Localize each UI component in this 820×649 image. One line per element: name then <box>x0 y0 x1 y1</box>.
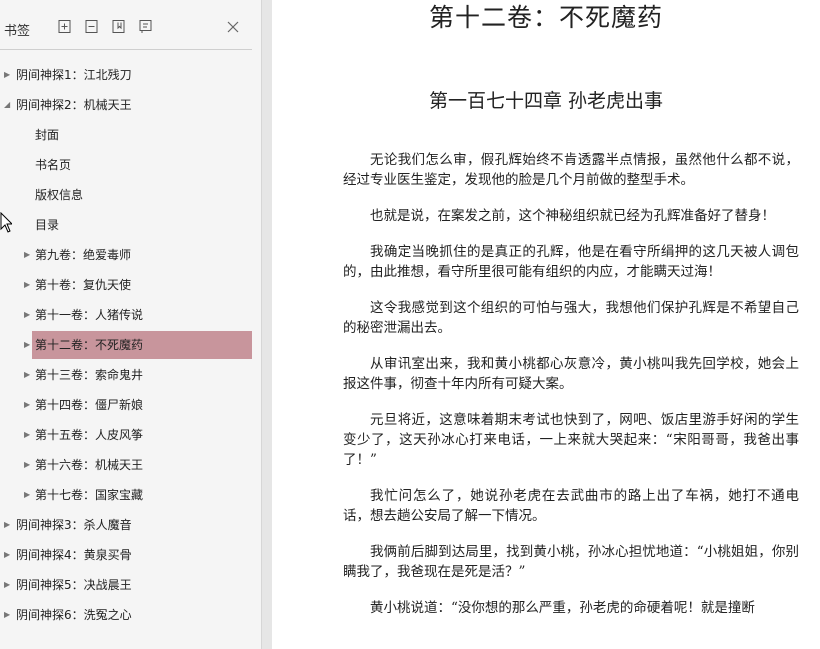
bookmark-item[interactable]: ▶ 阴间神探3：杀人魔音 <box>0 510 262 540</box>
bookmark-item[interactable]: ▶ 第十二卷：不死魔药 <box>0 330 262 360</box>
bookmark-panel: 书签 ▶ 阴间神探1：江北残刀 ◢ 阴间神探2：机械天王封面书名页版权信息目录 ▶ 第九卷… <box>0 0 262 649</box>
bookmark-item-label: 书名页 <box>35 158 72 172</box>
paragraph: 也就是说，在案发之前，这个神秘组织就已经为孔辉准备好了替身！ <box>370 208 775 224</box>
chapter-body: 无论我们怎么审，假孔辉始终不肯透露半点情报，虽然他什么都不说，经过专业医生鉴定，… <box>343 150 799 634</box>
bookmark-item[interactable]: ▶ 第十七卷：国家宝藏 <box>0 480 262 510</box>
bookmark-item[interactable]: ▶ 第九卷：绝爱毒师 <box>0 240 262 270</box>
collapsed-arrow-icon[interactable]: ▶ <box>24 270 30 300</box>
bookmark-item[interactable]: ▶ 第十三卷：索命鬼井 <box>0 360 262 390</box>
expanded-arrow-icon[interactable]: ◢ <box>4 90 10 120</box>
bookmark-item[interactable]: ◢ 阴间神探2：机械天王 <box>0 90 262 120</box>
document-page: 第十二卷：不死魔药 第一百七十四章 孙老虎出事 无论我们怎么审，假孔辉始终不肯透… <box>272 0 820 649</box>
bookmark-item[interactable]: 封面 <box>0 120 262 150</box>
bookmark-add-icon[interactable] <box>111 19 126 34</box>
bookmark-item-label: 版权信息 <box>35 188 84 202</box>
bookmark-item[interactable]: ▶ 第十四卷：僵尸新娘 <box>0 390 262 420</box>
collapsed-arrow-icon[interactable]: ▶ <box>4 510 10 540</box>
bookmark-item[interactable]: ▶ 第十六卷：机械天王 <box>0 450 262 480</box>
bookmark-flag-icon[interactable] <box>138 19 153 34</box>
bookmark-item-label: 封面 <box>35 128 60 142</box>
paragraph: 无论我们怎么审，假孔辉始终不肯透露半点情报，虽然他什么都不说，经过专业医生鉴定，… <box>343 152 799 188</box>
bookmark-item[interactable]: 目录 <box>0 210 262 240</box>
bookmark-item[interactable]: ▶ 阴间神探5：决战晨王 <box>0 570 262 600</box>
collapsed-arrow-icon[interactable]: ▶ <box>24 390 30 420</box>
bookmark-item-label: 第十三卷：索命鬼井 <box>35 368 144 382</box>
bookmark-panel-title: 书签 <box>4 24 31 39</box>
collapsed-arrow-icon[interactable]: ▶ <box>24 450 30 480</box>
bookmark-item-label: 第十一卷：人猪传说 <box>35 308 144 322</box>
paragraph: 这令我感觉到这个组织的可怕与强大，我想他们保护孔辉是不希望自己的秘密泄漏出去。 <box>343 300 799 336</box>
bookmark-item[interactable]: 书名页 <box>0 150 262 180</box>
chapter-title: 第一百七十四章 孙老虎出事 <box>428 90 664 112</box>
bookmark-item[interactable]: 版权信息 <box>0 180 262 210</box>
expand-all-icon[interactable] <box>57 19 72 34</box>
bookmark-item[interactable]: ▶ 第十卷：复仇天使 <box>0 270 262 300</box>
bookmark-item-label: 第十二卷：不死魔药 <box>35 338 144 352</box>
paragraph: 我确定当晚抓住的是真正的孔辉，他是在看守所绢押的这几天被人调包的，由此推想，看守… <box>343 244 799 280</box>
collapse-all-icon[interactable] <box>84 19 99 34</box>
collapsed-arrow-icon[interactable]: ▶ <box>24 420 30 450</box>
mouse-cursor-icon <box>0 212 12 233</box>
paragraph: 从审讯室出来，我和黄小桃都心灰意冷，黄小桃叫我先回学校，她会上报这件事，彻查十年… <box>343 356 799 392</box>
paragraph: 我俩前后脚到达局里，找到黄小桃，孙冰心担忧地道：“小桃姐姐，你别瞒我了，我爸现在… <box>343 544 799 580</box>
header-divider <box>0 49 252 50</box>
bookmark-item-label: 第十卷：复仇天使 <box>35 278 132 292</box>
bookmark-item-label: 目录 <box>35 218 60 232</box>
paragraph: 元旦将近，这意味着期末考试也快到了，网吧、饭店里游手好闲的学生变少了，这天孙冰心… <box>343 412 799 468</box>
bookmark-item[interactable]: ▶ 阴间神探4：黄泉买骨 <box>0 540 262 570</box>
bookmark-item[interactable]: ▶ 阴间神探1：江北残刀 <box>0 60 262 90</box>
bookmark-item[interactable]: ▶ 第十五卷：人皮风筝 <box>0 420 262 450</box>
bookmark-item-label: 第十五卷：人皮风筝 <box>35 428 144 442</box>
paragraph: 黄小桃说道：“没你想的那么严重，孙老虎的命硬着呢！就是撞断 <box>370 600 755 616</box>
bookmark-item-label: 阴间神探6：洗冤之心 <box>16 608 132 622</box>
collapsed-arrow-icon[interactable]: ▶ <box>24 360 30 390</box>
bookmark-item-label: 阴间神探1：江北残刀 <box>16 68 132 82</box>
collapsed-arrow-icon[interactable]: ▶ <box>24 330 30 360</box>
bookmark-item[interactable]: ▶ 第十一卷：人猪传说 <box>0 300 262 330</box>
collapsed-arrow-icon[interactable]: ▶ <box>4 600 10 630</box>
bookmark-item-label: 第十六卷：机械天王 <box>35 458 144 472</box>
collapsed-arrow-icon[interactable]: ▶ <box>24 240 30 270</box>
bookmark-item-label: 第十四卷：僵尸新娘 <box>35 398 144 412</box>
collapsed-arrow-icon[interactable]: ▶ <box>4 570 10 600</box>
bookmark-panel-header: 书签 <box>0 0 262 50</box>
bookmark-tree: ▶ 阴间神探1：江北残刀 ◢ 阴间神探2：机械天王封面书名页版权信息目录 ▶ 第九卷：绝爱… <box>0 60 262 630</box>
bookmark-item[interactable]: ▶ 阴间神探6：洗冤之心 <box>0 600 262 630</box>
bookmark-item-label: 阴间神探4：黄泉买骨 <box>16 548 132 562</box>
bookmark-item-label: 阴间神探2：机械天王 <box>16 98 132 112</box>
bookmark-item-label: 第十七卷：国家宝藏 <box>35 488 144 502</box>
bookmark-item-label: 第九卷：绝爱毒师 <box>35 248 132 262</box>
close-icon[interactable] <box>226 20 240 34</box>
collapsed-arrow-icon[interactable]: ▶ <box>4 540 10 570</box>
paragraph: 我忙问怎么了，她说孙老虎在去武曲市的路上出了车祸，她打不通电话，想去趟公安局了解… <box>343 488 799 524</box>
volume-title: 第十二卷：不死魔药 <box>428 3 663 32</box>
collapsed-arrow-icon[interactable]: ▶ <box>4 60 10 90</box>
collapsed-arrow-icon[interactable]: ▶ <box>24 480 30 510</box>
bookmark-item-label: 阴间神探5：决战晨王 <box>16 578 132 592</box>
bookmark-item-label: 阴间神探3：杀人魔音 <box>16 518 132 532</box>
collapsed-arrow-icon[interactable]: ▶ <box>24 300 30 330</box>
